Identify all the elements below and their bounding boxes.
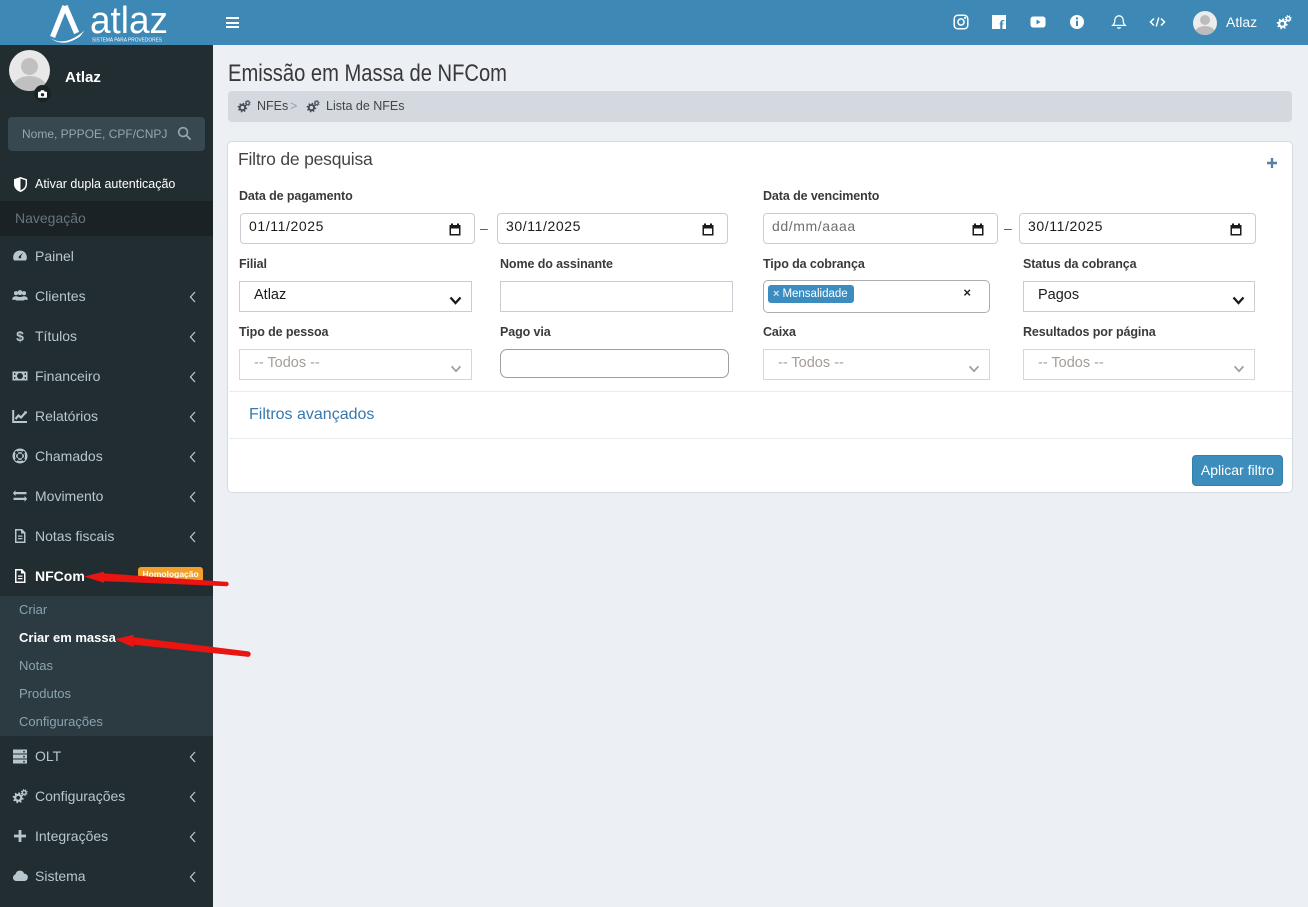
svg-text:SISTEMA PARA PROVEDORES: SISTEMA PARA PROVEDORES bbox=[92, 38, 162, 44]
svg-text:atlaz: atlaz bbox=[90, 0, 168, 42]
svg-text:$: $ bbox=[16, 328, 24, 344]
